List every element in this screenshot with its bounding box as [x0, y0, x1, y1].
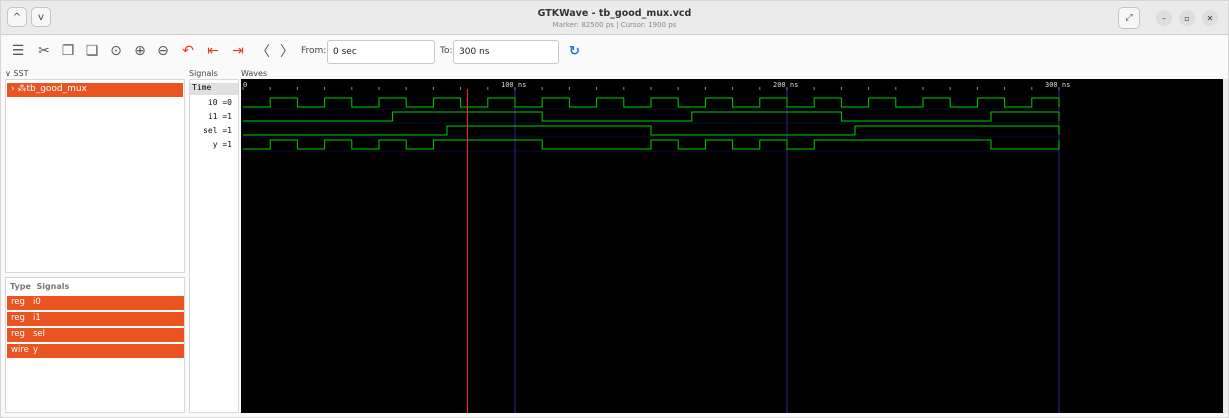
signal-type: reg — [11, 329, 25, 339]
waveform-i1 — [243, 111, 1059, 122]
zoom-fit-icon[interactable]: ⊙ — [107, 42, 125, 60]
window-title: GTKWave - tb_good_mux.vcd — [537, 8, 692, 19]
to-label: To: — [440, 46, 453, 56]
signal-name: sel — [33, 329, 46, 339]
wave-canvas[interactable]: 0 100 ns 200 ns 300 ns — [241, 79, 1223, 413]
sst-item-tb-good-mux[interactable]: › ⁂tb_good_mux — [7, 83, 183, 97]
signal-name: y — [33, 345, 39, 355]
waveform-sel — [243, 125, 1059, 136]
expand-icon[interactable]: ⤢ — [1118, 7, 1140, 29]
sst-header-label: SST — [13, 69, 29, 78]
toolbar: ☰ ✂ ❐ ❏ ⊙ ⊕ ⊖ ↶ ⇤ ⇥ 〈 〉 From: 0 sec To: … — [1, 36, 1228, 68]
time-tick-label: 300 ns — [1045, 81, 1070, 89]
signal-type: reg — [11, 313, 25, 323]
cut-icon[interactable]: ✂ — [35, 42, 53, 60]
go-start-icon[interactable]: ⇤ — [204, 42, 222, 60]
go-end-icon[interactable]: ⇥ — [229, 42, 247, 60]
time-tick-label: 100 ns — [501, 81, 526, 89]
zoom-out-icon[interactable]: ⊖ — [154, 42, 172, 60]
vertical-scrollbar[interactable] — [1223, 79, 1228, 413]
copy-icon[interactable]: ❐ — [59, 42, 77, 60]
undo-zoom-icon[interactable]: ↶ — [179, 42, 197, 60]
signal-type: wire — [11, 345, 29, 355]
from-input[interactable]: 0 sec — [327, 40, 435, 64]
sst-tree: › ⁂tb_good_mux — [5, 79, 185, 273]
prev-icon[interactable]: 〈 — [254, 42, 272, 60]
to-input[interactable]: 300 ns — [453, 40, 559, 64]
sst-header: ∨ SST — [5, 69, 29, 78]
signal-name: i0 — [33, 297, 41, 307]
waves-header: Waves — [241, 69, 268, 78]
next-icon[interactable]: 〉 — [278, 42, 296, 60]
gtkwave-window: ^ v GTKWave - tb_good_mux.vcd Marker: 82… — [0, 0, 1229, 418]
from-label: From: — [301, 46, 327, 56]
zoom-in-icon[interactable]: ⊕ — [131, 42, 149, 60]
restore-button[interactable]: ▫ — [1179, 10, 1195, 26]
signal-type-table: Type Signals reg i0 reg i1 reg sel wire y — [5, 277, 185, 413]
time-tick-label: 200 ns — [773, 81, 798, 89]
signal-value-i1[interactable]: i1 =1 — [208, 112, 232, 121]
signal-name: i1 — [33, 313, 41, 323]
signal-table-header: Type Signals — [10, 282, 70, 291]
title-bar: ^ v GTKWave - tb_good_mux.vcd Marker: 82… — [1, 1, 1228, 35]
signal-row[interactable]: wire y — [7, 344, 184, 358]
signals-header: Signals — [189, 69, 218, 78]
signal-value-i0[interactable]: i0 =0 — [208, 98, 232, 107]
reload-icon[interactable]: ↻ — [569, 44, 580, 59]
sst-item-label: tb_good_mux — [26, 84, 87, 94]
menu-icon[interactable]: ☰ — [9, 42, 27, 60]
signal-value-sel[interactable]: sel =1 — [203, 126, 232, 135]
waveform-i0 — [243, 97, 1059, 108]
signal-type: reg — [11, 297, 25, 307]
time-row-label: Time — [190, 83, 238, 95]
signal-row[interactable]: reg sel — [7, 328, 184, 342]
signal-row[interactable]: reg i1 — [7, 312, 184, 326]
signals-panel: Time i0 =0 i1 =1 sel =1 y =1 — [189, 79, 239, 413]
wave-display[interactable]: 0 100 ns 200 ns 300 ns — [241, 79, 1223, 413]
close-button[interactable]: ✕ — [1202, 10, 1218, 26]
time-tick-label: 0 — [243, 81, 247, 89]
minimize-button[interactable]: – — [1156, 10, 1172, 26]
paste-icon[interactable]: ❏ — [83, 42, 101, 60]
signal-value-y[interactable]: y =1 — [213, 140, 232, 149]
window-subtitle: Marker: 82500 ps | Cursor: 1900 ps — [552, 21, 677, 29]
signal-row[interactable]: reg i0 — [7, 296, 184, 310]
waveform-y — [243, 139, 1059, 150]
